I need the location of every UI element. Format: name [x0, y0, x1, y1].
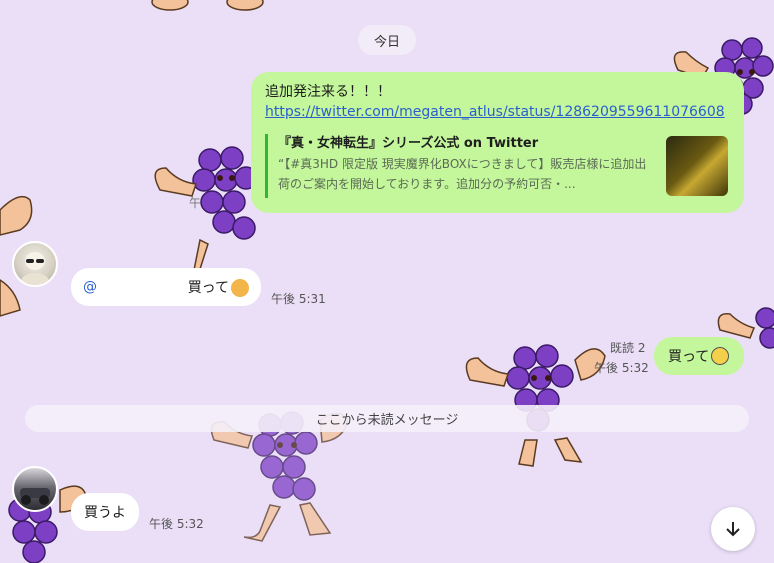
message-time: 午後 5:32: [149, 517, 204, 531]
avatar[interactable]: [12, 241, 58, 287]
scroll-to-bottom-button[interactable]: [711, 507, 755, 551]
message-time: 午後 5:31: [271, 292, 326, 306]
message-text: 追加発注来る！！！: [265, 84, 391, 100]
dizzy-face-icon: [711, 347, 730, 365]
unread-label: ここから未読メッセージ: [315, 413, 459, 428]
link-preview-thumbnail[interactable]: [666, 136, 728, 196]
sent-message-bubble[interactable]: 買って: [654, 337, 744, 375]
drooling-face-icon: [231, 279, 249, 297]
avatar-image: [21, 252, 49, 285]
mention-tag[interactable]: @: [83, 279, 97, 295]
avatar-image: [20, 488, 50, 505]
message-time-partial: 午: [189, 196, 202, 210]
link-preview-title: 『真・女神転生』シリーズ公式 on Twitter: [278, 136, 539, 151]
avatar[interactable]: [12, 466, 58, 512]
message-text: 買って: [187, 280, 229, 296]
arrow-down-icon: [726, 522, 740, 537]
received-message-bubble[interactable]: @ 買って: [71, 268, 261, 306]
sent-message-bubble[interactable]: 追加発注来る！！！ https://twitter.com/megaten_at…: [251, 72, 744, 213]
received-message-bubble[interactable]: 買うよ: [71, 493, 139, 531]
message-link[interactable]: https://twitter.com/megaten_atlus/status…: [265, 102, 730, 122]
link-preview-card[interactable]: 『真・女神転生』シリーズ公式 on Twitter “【#真3HD 限定版 現実…: [265, 134, 730, 198]
message-text: 買うよ: [84, 505, 126, 521]
unread-separator: ここから未読メッセージ: [25, 405, 749, 432]
read-receipt: 既読 2: [610, 341, 646, 355]
date-separator: 今日: [358, 25, 416, 55]
message-time: 午後 5:32: [594, 361, 649, 375]
date-label: 今日: [373, 34, 400, 50]
message-text: 買って: [668, 349, 710, 365]
link-preview-description: “【#真3HD 限定版 現実魔界化BOXにつきまして】販売店様に追加出荷のご案内…: [278, 157, 647, 191]
